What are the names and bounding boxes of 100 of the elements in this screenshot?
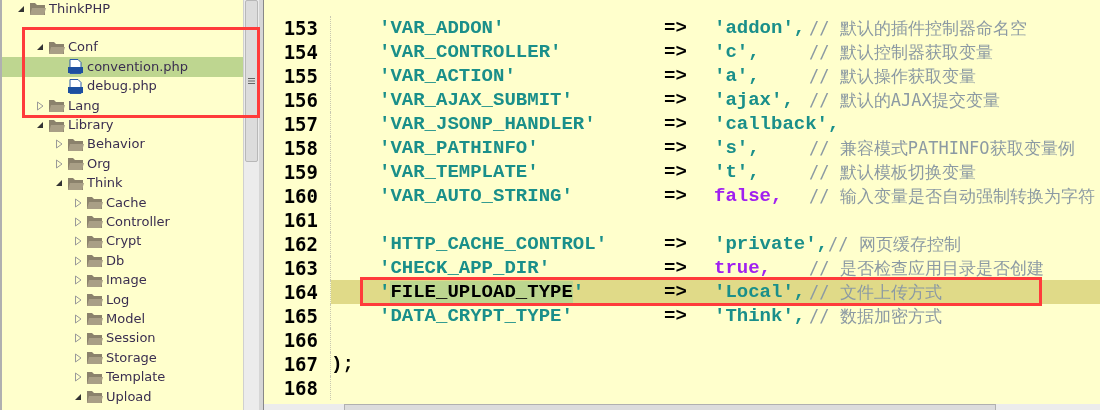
tree-item-label: Model — [106, 311, 146, 326]
arrow-operator: => — [664, 43, 688, 61]
collapsed-arrow-icon[interactable] — [54, 139, 64, 150]
code-comment: // 数据加密方式 — [809, 307, 942, 325]
collapsed-arrow-icon[interactable] — [35, 100, 45, 111]
scrollbar-thumb[interactable] — [344, 404, 996, 410]
line-number: 157 — [264, 112, 331, 136]
tree-item-label: Upload — [106, 389, 152, 404]
tree-item[interactable]: Template — [73, 369, 168, 385]
tree-item-label: Controller — [106, 215, 170, 229]
tree-item[interactable]: Behavior — [54, 136, 147, 152]
horizontal-scrollbar[interactable] — [264, 404, 1100, 410]
array-value: 'callback', — [714, 115, 840, 133]
folder-icon — [48, 117, 65, 133]
array-key: 'HTTP_CACHE_CONTROL' — [379, 235, 664, 253]
collapsed-arrow-icon[interactable] — [73, 294, 83, 305]
arrow-operator: => — [664, 187, 688, 205]
array-value: 'Think', — [714, 307, 807, 325]
folder-icon — [48, 98, 65, 114]
array-key: 'CHECK_APP_DIR' — [379, 259, 664, 277]
array-key: 'VAR_ACTION' — [379, 67, 664, 85]
expanded-arrow-icon[interactable] — [35, 120, 45, 131]
array-value: false, — [714, 187, 784, 205]
tree-item[interactable]: debug.php — [54, 78, 159, 94]
vertical-scrollbar[interactable] — [243, 0, 259, 410]
collapsed-arrow-icon[interactable] — [73, 236, 83, 247]
tree-item[interactable]: Think — [54, 175, 125, 191]
tree-item[interactable]: Controller — [73, 214, 172, 230]
arrow-operator: => — [664, 307, 688, 325]
tree-item-label: Storage — [106, 350, 157, 365]
array-value: 'c', — [714, 43, 761, 61]
collapsed-arrow-icon[interactable] — [73, 352, 83, 363]
array-key: 'VAR_AJAX_SUBMIT' — [379, 91, 664, 109]
folder-icon — [67, 175, 84, 191]
folder-icon — [86, 389, 103, 404]
tree-item[interactable]: Log — [73, 292, 132, 308]
folder-icon — [86, 311, 103, 327]
line-number: 159 — [264, 160, 331, 184]
tree-item[interactable]: Image — [73, 272, 149, 288]
array-key: 'VAR_ADDON' — [379, 19, 664, 37]
expanded-arrow-icon[interactable] — [54, 178, 64, 189]
line-number: 166 — [264, 328, 331, 352]
tree-item-label: Db — [106, 253, 125, 268]
tree-item-label: Template — [106, 370, 166, 385]
collapsed-arrow-icon[interactable] — [73, 333, 83, 344]
array-key: 'VAR_PATHINFO' — [379, 139, 664, 157]
code-comment: // 文件上传方式 — [809, 283, 942, 301]
collapsed-arrow-icon[interactable] — [73, 372, 83, 383]
tree-item[interactable]: Org — [54, 156, 113, 172]
tree-item[interactable]: Db — [73, 253, 127, 269]
collapsed-arrow-icon[interactable] — [73, 217, 83, 227]
tree-item[interactable]: Cache — [73, 195, 149, 211]
tree-item[interactable]: Model — [73, 311, 148, 327]
code-comment: // 默认模板切换变量 — [809, 163, 976, 181]
tree-item[interactable]: Lang — [35, 98, 102, 114]
arrow-operator: => — [664, 115, 688, 133]
line-number: 167 — [264, 352, 331, 376]
folder-icon — [86, 195, 103, 211]
line-number: 155 — [264, 64, 331, 88]
code-comment: // 是否检查应用目录是否创建 — [809, 259, 1044, 277]
collapsed-arrow-icon[interactable] — [73, 255, 83, 266]
tree-item[interactable]: Session — [73, 330, 158, 346]
array-key: 'VAR_AUTO_STRING' — [379, 187, 664, 205]
tree-item-label: Think — [87, 176, 123, 191]
array-key: 'VAR_CONTROLLER' — [379, 43, 664, 61]
line-number: 162 — [264, 232, 331, 256]
tree-item[interactable]: Crypt — [73, 233, 144, 249]
line-number: 156 — [264, 88, 331, 112]
tree-item[interactable]: Storage — [73, 350, 159, 366]
tree-item[interactable]: Conf — [35, 39, 100, 55]
folder-icon — [86, 233, 103, 249]
collapsed-arrow-icon[interactable] — [54, 158, 64, 169]
array-value: 'a', — [714, 67, 761, 85]
collapsed-arrow-icon[interactable] — [73, 197, 83, 208]
tree-item-label: Library — [68, 118, 114, 133]
tree-item-label: ThinkPHP — [49, 1, 110, 16]
array-value: 'private', — [714, 235, 829, 253]
collapsed-arrow-icon[interactable] — [73, 313, 83, 324]
tree-item[interactable]: Upload — [73, 389, 154, 404]
array-value: 'ajax', — [714, 91, 795, 109]
folder-icon — [86, 330, 103, 346]
folder-icon — [48, 39, 65, 55]
tree-item-label: debug.php — [87, 79, 157, 94]
expanded-arrow-icon[interactable] — [35, 42, 45, 53]
arrow-operator: => — [664, 139, 688, 157]
line-number: 163 — [264, 256, 331, 280]
folder-icon — [67, 156, 84, 172]
code-comment: // 默认的插件控制器命名空 — [809, 19, 1027, 37]
array-key: 'VAR_JSONP_HANDLER' — [379, 115, 664, 133]
folder-icon — [86, 214, 103, 230]
collapsed-arrow-icon[interactable] — [73, 275, 83, 286]
folder-icon — [86, 253, 103, 269]
array-value: 'Local', — [714, 283, 807, 301]
arrow-operator: => — [664, 235, 688, 253]
code-comment: // 默认的AJAX提交变量 — [809, 91, 1000, 109]
folder-icon — [86, 350, 103, 366]
arrow-operator: => — [664, 91, 688, 109]
tree-item[interactable]: ThinkPHP — [16, 1, 112, 17]
line-number: 168 — [264, 376, 331, 400]
tree-item[interactable]: Library — [35, 117, 116, 133]
